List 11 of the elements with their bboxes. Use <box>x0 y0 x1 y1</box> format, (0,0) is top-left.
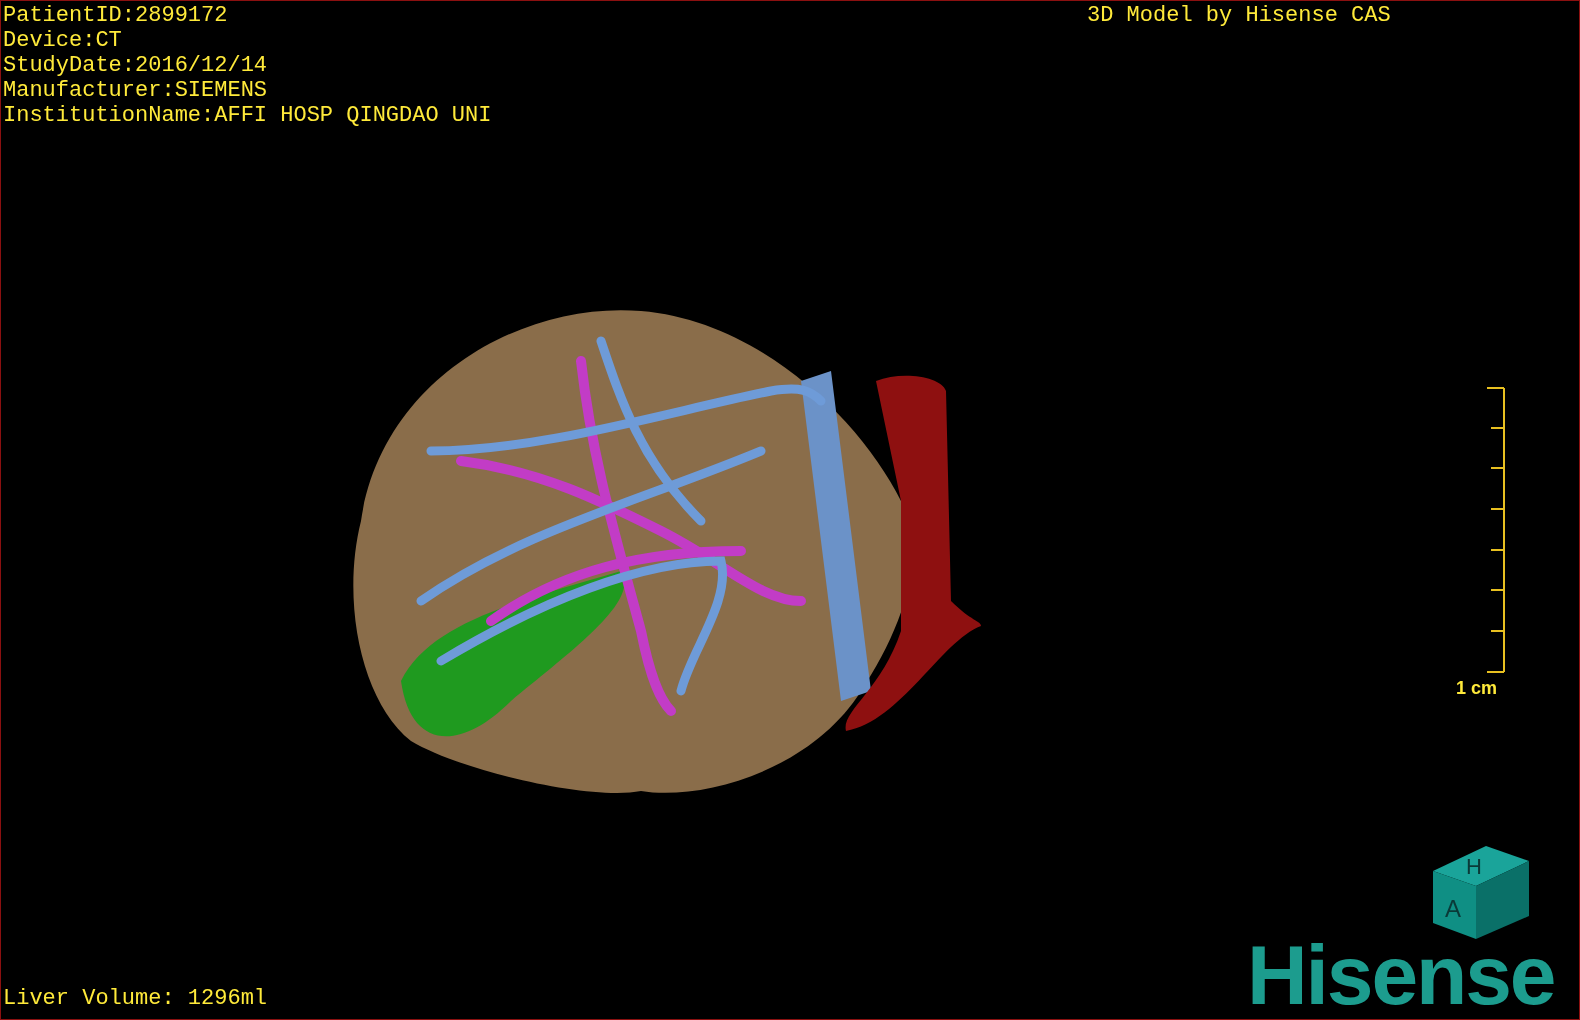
scale-label: 1 cm <box>1456 677 1498 700</box>
credit-text: 3D Model by Hisense CAS <box>1087 3 1391 28</box>
cube-face-label: H <box>1466 854 1482 879</box>
cube-face-label: A <box>1445 895 1461 922</box>
info-text: Device:CT <box>3 28 123 53</box>
info-text: InstitutionName:AFFI HOSP QINGDAO UNI <box>3 103 492 128</box>
info-text: Manufacturer:SIEMENS <box>3 78 269 103</box>
volume-text: Liver Volume: 1296ml <box>3 986 268 1011</box>
info-text: PatientID:2899172 <box>3 3 229 28</box>
logo: Hisense <box>1247 933 1555 1017</box>
info-text: StudyDate:2016/12/14 <box>3 53 269 78</box>
